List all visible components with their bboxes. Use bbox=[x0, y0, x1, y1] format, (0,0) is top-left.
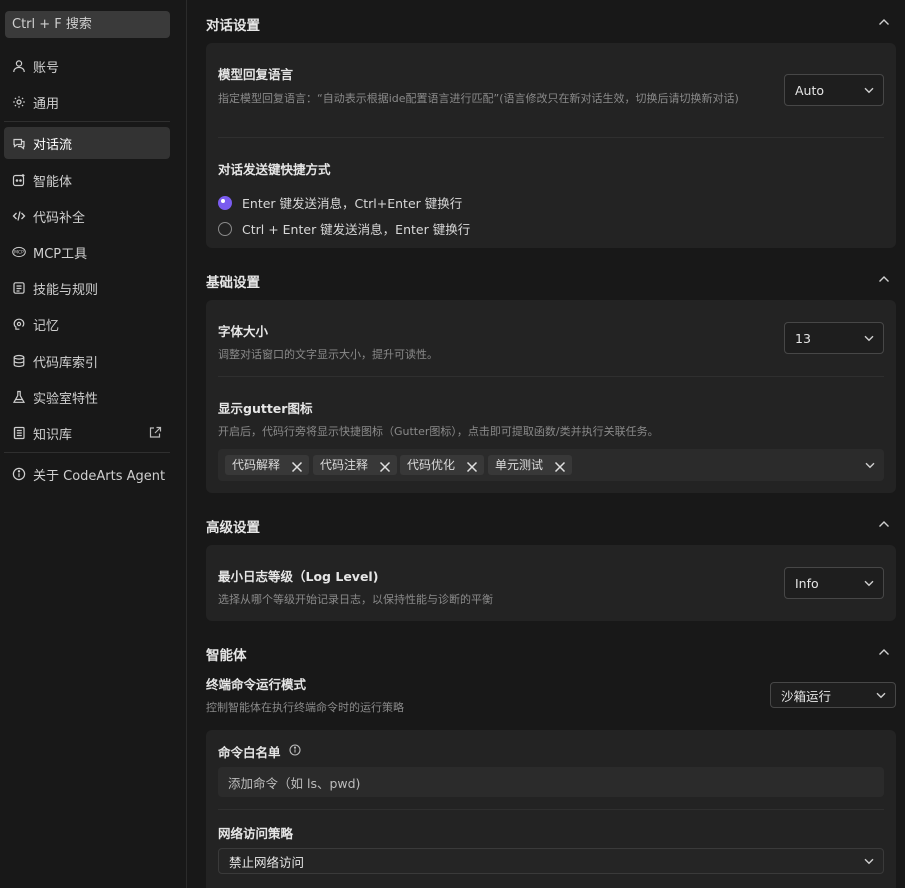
search-input[interactable]: Ctrl + F 搜索 bbox=[5, 11, 170, 38]
terminal-mode-desc: 控制智能体在执行终端命令时的运行策略 bbox=[206, 701, 404, 714]
sidebar-item-label: 代码库索引 bbox=[33, 355, 99, 371]
user-icon bbox=[12, 59, 26, 73]
external-link-icon[interactable] bbox=[149, 426, 162, 439]
chevron-down-icon bbox=[863, 84, 875, 96]
sidebar-divider bbox=[4, 121, 170, 122]
sidebar-item-label: 对话流 bbox=[33, 137, 73, 153]
sidebar-item-label: 记忆 bbox=[33, 318, 60, 334]
network-policy-select[interactable]: 禁止网络访问 bbox=[218, 848, 884, 874]
whitelist-input[interactable]: 添加命令（如 ls、pwd) bbox=[218, 767, 884, 797]
brain-icon bbox=[12, 317, 26, 331]
rules-icon bbox=[12, 281, 26, 295]
font-size-select[interactable]: 13 bbox=[784, 322, 884, 354]
radio-ctrl-enter-send[interactable]: Ctrl + Enter 键发送消息，Enter 键换行 bbox=[218, 219, 470, 238]
sidebar-item-code-completion[interactable]: 代码补全 bbox=[4, 200, 170, 232]
sidebar-item-account[interactable]: 账号 bbox=[4, 50, 170, 82]
collapse-agent-chevron-up-icon[interactable] bbox=[877, 645, 891, 659]
log-level-desc: 选择从哪个等级开始记录日志，以保持性能与诊断的平衡 bbox=[218, 593, 493, 606]
sidebar-item-label: 知识库 bbox=[33, 427, 73, 443]
sidebar-item-label: 技能与规则 bbox=[33, 282, 99, 298]
reply-language-select[interactable]: Auto bbox=[784, 74, 884, 106]
radio-checked[interactable] bbox=[218, 195, 232, 210]
section-title-agent: 智能体 bbox=[206, 648, 247, 664]
close-icon[interactable] bbox=[466, 459, 478, 473]
database-icon bbox=[12, 354, 26, 368]
collapse-advanced-chevron-up-icon[interactable] bbox=[877, 517, 891, 531]
agent-icon bbox=[12, 173, 26, 187]
reply-language-desc: 指定模型回复语言：“自动表示根据ide配置语言进行匹配”(语言修改只在新对话生效… bbox=[218, 92, 739, 105]
card-divider bbox=[218, 809, 884, 810]
reply-language-label: 模型回复语言 bbox=[218, 67, 294, 82]
whitelist-label: 命令白名单 bbox=[218, 745, 281, 760]
gutter-tags-multiselect[interactable]: 代码解释 代码注释 代码优化 单元测试 bbox=[218, 449, 884, 481]
tag-code-comment: 代码注释 bbox=[313, 455, 397, 475]
sidebar-item-general[interactable]: 通用 bbox=[4, 86, 170, 118]
tag-code-explain: 代码解释 bbox=[225, 455, 309, 475]
sidebar-item-label: 关于 CodeArts Agent bbox=[33, 468, 166, 484]
sidebar: Ctrl + F 搜索 账号 通用 对话流 智能体 代码补全 MCP MCP工具… bbox=[0, 0, 187, 888]
sidebar-item-code-index[interactable]: 代码库索引 bbox=[4, 345, 170, 377]
sidebar-divider bbox=[4, 452, 170, 453]
card-divider bbox=[218, 137, 884, 138]
network-policy-label: 网络访问策略 bbox=[218, 826, 294, 841]
font-size-label: 字体大小 bbox=[218, 324, 269, 339]
info-icon bbox=[12, 467, 26, 481]
book-icon bbox=[12, 426, 26, 440]
mcp-icon: MCP bbox=[12, 245, 26, 259]
section-title-basic: 基础设置 bbox=[206, 275, 260, 291]
sidebar-item-label: MCP工具 bbox=[33, 246, 88, 262]
svg-text:MCP: MCP bbox=[14, 250, 24, 256]
section-title-advanced: 高级设置 bbox=[206, 520, 260, 536]
sidebar-item-dialog-flow[interactable]: 对话流 bbox=[4, 127, 170, 159]
collapse-dialog-chevron-up-icon[interactable] bbox=[877, 15, 891, 29]
gutter-label: 显示gutter图标 bbox=[218, 401, 313, 416]
sidebar-item-label: 账号 bbox=[33, 60, 60, 76]
sidebar-item-label: 通用 bbox=[33, 96, 60, 112]
chevron-down-icon bbox=[863, 332, 875, 344]
tag-unit-test: 单元测试 bbox=[488, 455, 572, 475]
log-level-select[interactable]: Info bbox=[784, 567, 884, 599]
flask-icon bbox=[12, 390, 26, 404]
chat-icon bbox=[12, 136, 26, 150]
sidebar-item-label: 代码补全 bbox=[33, 210, 86, 226]
sidebar-item-lab[interactable]: 实验室特性 bbox=[4, 381, 170, 413]
sidebar-item-skills-rules[interactable]: 技能与规则 bbox=[4, 272, 170, 304]
code-icon bbox=[12, 209, 26, 223]
chevron-down-icon bbox=[863, 577, 875, 589]
chevron-down-icon bbox=[875, 689, 887, 701]
chevron-down-icon bbox=[864, 459, 876, 471]
collapse-basic-chevron-up-icon[interactable] bbox=[877, 272, 891, 286]
section-title-dialog: 对话设置 bbox=[206, 18, 260, 34]
terminal-mode-label: 终端命令运行模式 bbox=[206, 677, 307, 692]
radio-enter-send[interactable]: Enter 键发送消息，Ctrl+Enter 键换行 bbox=[218, 193, 462, 212]
terminal-mode-select[interactable]: 沙箱运行 bbox=[770, 682, 896, 708]
close-icon[interactable] bbox=[554, 459, 566, 473]
chevron-down-icon bbox=[863, 855, 875, 867]
radio-unchecked[interactable] bbox=[218, 221, 232, 236]
gutter-desc: 开启后，代码行旁将显示快捷图标（Gutter图标），点击即可提取函数/类并执行关… bbox=[218, 425, 659, 438]
log-level-label: 最小日志等级（Log Level) bbox=[218, 569, 379, 584]
info-icon[interactable] bbox=[289, 744, 301, 756]
card-divider bbox=[218, 376, 884, 377]
sidebar-item-mcp[interactable]: MCP MCP工具 bbox=[4, 236, 170, 268]
sidebar-item-label: 实验室特性 bbox=[33, 391, 99, 407]
close-icon[interactable] bbox=[291, 459, 303, 473]
sidebar-item-label: 智能体 bbox=[33, 174, 73, 190]
gear-icon bbox=[12, 95, 26, 109]
sidebar-item-knowledge-base[interactable]: 知识库 bbox=[4, 417, 170, 449]
close-icon[interactable] bbox=[379, 459, 391, 473]
sidebar-item-about[interactable]: 关于 CodeArts Agent bbox=[4, 458, 170, 490]
send-shortcut-label: 对话发送键快捷方式 bbox=[218, 162, 331, 177]
font-size-desc: 调整对话窗口的文字显示大小，提升可读性。 bbox=[218, 348, 438, 361]
tag-code-optimize: 代码优化 bbox=[400, 455, 484, 475]
sidebar-item-memory[interactable]: 记忆 bbox=[4, 308, 170, 340]
sidebar-item-agent[interactable]: 智能体 bbox=[4, 164, 170, 196]
